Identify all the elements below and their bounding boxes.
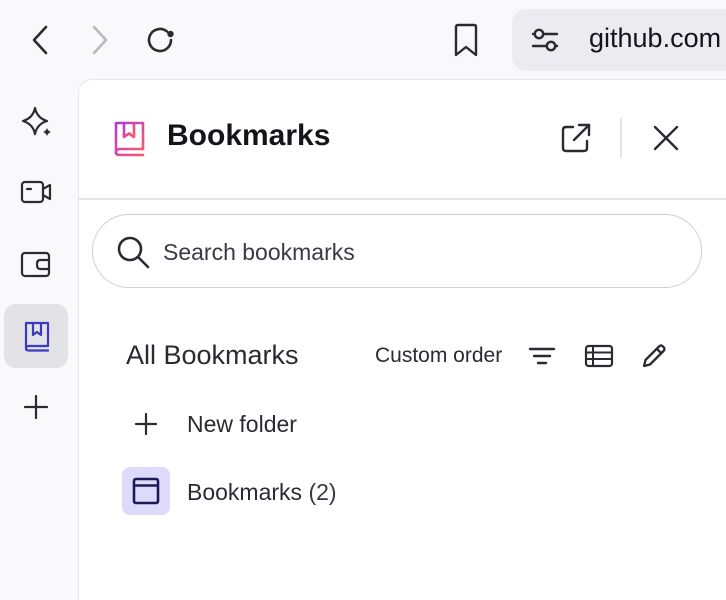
sort-order-button[interactable]: Custom order — [375, 344, 502, 368]
sidebar-item-video[interactable] — [19, 177, 53, 207]
plus-icon — [23, 394, 49, 420]
reload-icon — [147, 27, 174, 53]
folder-row-label[interactable]: Bookmarks (2) — [187, 479, 337, 506]
bookmark-page-button[interactable] — [452, 23, 480, 59]
folder-name: Bookmarks — [187, 479, 303, 505]
folder-count: (2) — [308, 479, 337, 505]
sort-icon[interactable] — [528, 344, 556, 368]
url-bar[interactable]: github.com — [512, 9, 726, 71]
close-icon — [653, 125, 679, 151]
sparkle-icon — [21, 106, 51, 136]
list-view-icon — [584, 344, 614, 368]
section-title: All Bookmarks — [126, 340, 299, 370]
sidebar-add-button[interactable] — [22, 393, 50, 421]
pencil-icon — [642, 344, 666, 368]
panel-separator — [79, 198, 726, 200]
sidebar-item-wallet[interactable] — [19, 247, 53, 281]
bookmarks-logo-icon — [112, 120, 148, 158]
chevron-left-icon — [32, 25, 48, 55]
search-input[interactable] — [161, 233, 685, 271]
new-folder-label[interactable]: New folder — [187, 411, 297, 438]
back-button[interactable] — [28, 24, 52, 56]
reload-button[interactable] — [142, 22, 178, 58]
search-box[interactable] — [92, 214, 702, 288]
external-link-icon — [561, 123, 591, 153]
sidebar-item-bookmarks[interactable] — [4, 304, 68, 368]
bookmarks-book-icon — [21, 319, 53, 353]
open-in-tab-button[interactable] — [559, 121, 593, 155]
panel-title: Bookmarks — [167, 119, 331, 152]
chevron-right-icon — [92, 25, 108, 55]
plus-icon — [134, 412, 158, 436]
edit-button[interactable] — [640, 342, 668, 370]
sliders-icon — [531, 28, 559, 52]
folder-tile[interactable] — [122, 467, 170, 515]
view-toggle-button[interactable] — [584, 343, 614, 369]
header-divider — [620, 118, 622, 158]
url-text[interactable]: github.com — [589, 23, 721, 54]
close-panel-button[interactable] — [652, 124, 680, 152]
video-camera-icon — [20, 180, 52, 204]
folder-window-icon — [132, 477, 160, 505]
sidebar-item-ai[interactable] — [20, 104, 54, 138]
search-icon — [115, 234, 151, 270]
site-settings-button[interactable] — [530, 25, 560, 55]
bookmark-icon — [454, 23, 478, 57]
wallet-icon — [20, 251, 51, 278]
forward-button[interactable] — [88, 24, 112, 56]
